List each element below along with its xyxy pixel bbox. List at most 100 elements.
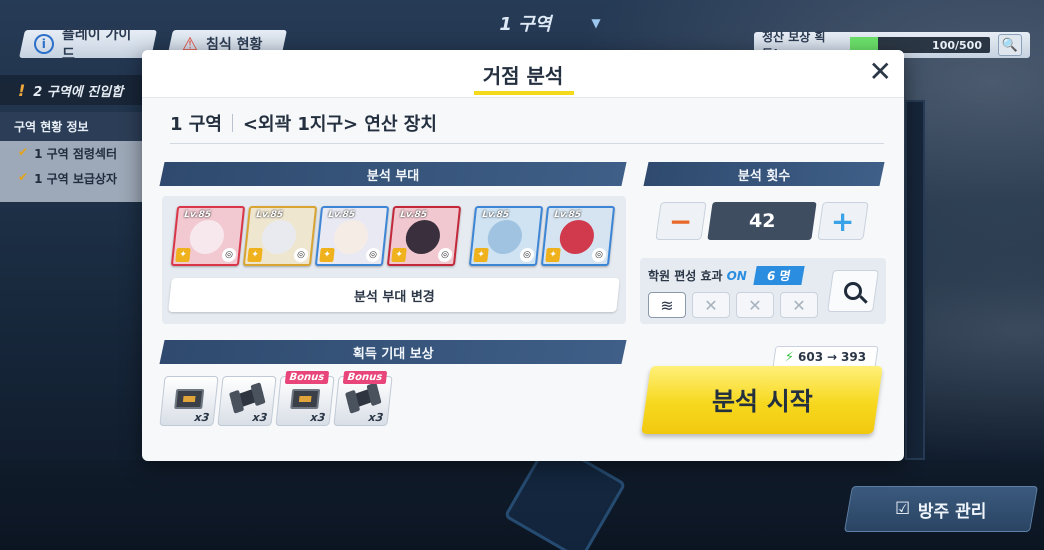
ark-management-label: 방주 관리 <box>918 501 987 522</box>
count-section-title: 분석 횟수 <box>737 168 791 184</box>
cost-to: 393 <box>841 350 867 364</box>
reward-section-header: 획득 기대 보상 <box>159 340 627 364</box>
squad-group: Lv.85 ✦ ◎ Lv.85 ✦ ◎ <box>468 206 616 266</box>
analysis-count-text: 42 <box>748 210 776 232</box>
effect-label-text: 학원 편성 효과 <box>648 269 723 283</box>
reward-item[interactable]: x3 <box>217 376 277 426</box>
position-icon: ◎ <box>437 248 453 262</box>
member-level: Lv.85 <box>255 210 284 220</box>
bolt-icon <box>346 385 381 411</box>
zone-title-text: 1 구역 <box>499 14 552 35</box>
position-icon: ◎ <box>365 248 381 262</box>
member-level: Lv.85 <box>553 210 582 220</box>
reward-item[interactable]: Bonus x3 <box>275 371 335 426</box>
check-icon: ✔ <box>18 145 29 159</box>
search-icon[interactable]: 🔍 <box>998 34 1022 56</box>
reward-quantity: x3 <box>367 411 384 424</box>
plus-icon: + <box>831 204 855 238</box>
reward-quantity: x3 <box>309 411 326 424</box>
role-icon: ✦ <box>247 248 263 262</box>
empty-slot-icon: ✕ <box>780 292 818 318</box>
member-level: Lv.85 <box>399 210 428 220</box>
character-face <box>188 220 226 254</box>
status-row: ✔ 1 구역 점령섹터 <box>0 141 150 166</box>
squad-member-portrait[interactable]: Lv.85 ✦ ◎ <box>242 206 318 266</box>
status-row-text: 1 구역 점령섹터 <box>34 147 118 161</box>
role-icon: ✦ <box>319 248 335 262</box>
squad-portraits: Lv.85 ✦ ◎ Lv.85 ✦ ◎ Lv.85 ✦ ◎ Lv.85 ✦ ◎ Lv.85 ✦ ◎ Lv.85… <box>170 206 622 266</box>
start-analysis-button[interactable]: 분석 시작 <box>641 366 883 434</box>
role-icon: ✦ <box>391 248 407 262</box>
role-icon: ✦ <box>175 248 191 262</box>
expected-rewards: x3 x3 Bonus x3 Bonus x3 <box>159 371 393 436</box>
close-icon[interactable]: ✕ <box>869 58 892 86</box>
change-squad-label: 분석 부대 변경 <box>353 289 435 305</box>
squad-group: Lv.85 ✦ ◎ Lv.85 ✦ ◎ Lv.85 ✦ ◎ Lv.85 ✦ ◎ <box>170 206 462 266</box>
academy-effect-label: 학원 편성 효과 ON 6 명 <box>648 266 805 285</box>
character-face <box>558 220 596 254</box>
squad-section-header: 분석 부대 <box>159 162 627 186</box>
member-level: Lv.85 <box>481 210 510 220</box>
role-icon: ✦ <box>545 248 561 262</box>
clipboard-icon: ☑ <box>895 499 911 519</box>
chip-icon <box>174 389 205 409</box>
character-face <box>260 220 298 254</box>
play-guide-button[interactable]: i 플레이 가이드 <box>19 27 157 63</box>
bonus-badge: Bonus <box>342 371 387 384</box>
check-icon: ✔ <box>18 170 29 184</box>
character-face <box>486 220 524 254</box>
bonus-badge: Bonus <box>284 371 329 384</box>
search-icon <box>844 282 862 300</box>
chip-icon <box>290 389 321 409</box>
squad-member-portrait[interactable]: Lv.85 ✦ ◎ <box>170 206 246 266</box>
position-icon: ◎ <box>293 248 309 262</box>
analysis-count-value: 42 <box>707 202 817 240</box>
status-panel-title: 구역 현황 정보 <box>0 112 150 141</box>
change-squad-button[interactable]: 분석 부대 변경 <box>168 278 620 312</box>
squad-member-portrait[interactable]: Lv.85 ✦ ◎ <box>468 206 544 266</box>
notice-text: 2 구역에 진입합 <box>33 84 124 100</box>
character-face <box>404 220 442 254</box>
position-icon: ◎ <box>221 248 237 262</box>
breadcrumb-divider <box>231 114 233 132</box>
reward-item[interactable]: Bonus x3 <box>333 371 393 426</box>
decrement-button[interactable]: − <box>655 202 707 240</box>
reward-progress-text: 100/500 <box>932 38 982 52</box>
member-level: Lv.85 <box>183 210 212 220</box>
squad-member-portrait[interactable]: Lv.85 ✦ ◎ <box>540 206 616 266</box>
start-analysis-label: 분석 시작 <box>711 387 813 416</box>
role-icon: ✦ <box>473 248 489 262</box>
alert-icon: ! <box>18 80 26 100</box>
empty-slot-icon: ✕ <box>692 292 730 318</box>
energy-icon: ⚡ <box>785 349 795 365</box>
divider <box>170 143 884 144</box>
modal-title: 거점 분석 <box>482 64 564 88</box>
chevron-down-icon: ▼ <box>591 16 601 30</box>
breadcrumb-zone: 1 구역 <box>170 114 222 135</box>
reward-section-title: 획득 기대 보상 <box>352 346 434 362</box>
squad-member-portrait[interactable]: Lv.85 ✦ ◎ <box>314 206 390 266</box>
info-icon: i <box>34 34 54 54</box>
academy-effect-panel: 학원 편성 효과 ON 6 명 ≋ ✕ ✕ ✕ <box>640 258 886 324</box>
empty-slot-icon: ✕ <box>736 292 774 318</box>
character-face <box>332 220 370 254</box>
cost-arrow: → <box>827 350 838 364</box>
reward-quantity: x3 <box>193 411 210 424</box>
title-underline <box>474 91 574 95</box>
position-icon: ◎ <box>591 248 607 262</box>
increment-button[interactable]: + <box>817 202 869 240</box>
play-guide-label: 플레이 가이드 <box>61 27 131 63</box>
effect-detail-button[interactable] <box>827 270 879 312</box>
status-row-text: 1 구역 보급상자 <box>34 172 118 186</box>
squad-member-portrait[interactable]: Lv.85 ✦ ◎ <box>386 206 462 266</box>
position-icon: ◎ <box>519 248 535 262</box>
zone-notice: ! 2 구역에 진입합 <box>0 75 150 105</box>
status-row: ✔ 1 구역 보급상자 <box>0 166 150 191</box>
base-analysis-modal: 거점 분석 ✕ 1 구역 <외곽 1지구> 연산 장치 분석 부대 분석 횟수 … <box>142 50 904 461</box>
reward-item[interactable]: x3 <box>159 376 219 426</box>
breadcrumb-location: <외곽 1지구> 연산 장치 <box>242 114 437 135</box>
squad-panel: Lv.85 ✦ ◎ Lv.85 ✦ ◎ Lv.85 ✦ ◎ Lv.85 ✦ ◎ Lv.85 ✦ ◎ Lv.85… <box>162 196 626 324</box>
zone-selector[interactable]: 1 구역 ▼ <box>480 8 620 38</box>
count-section-header: 분석 횟수 <box>643 162 885 186</box>
ark-management-button[interactable]: ☑ 방주 관리 <box>843 486 1039 532</box>
